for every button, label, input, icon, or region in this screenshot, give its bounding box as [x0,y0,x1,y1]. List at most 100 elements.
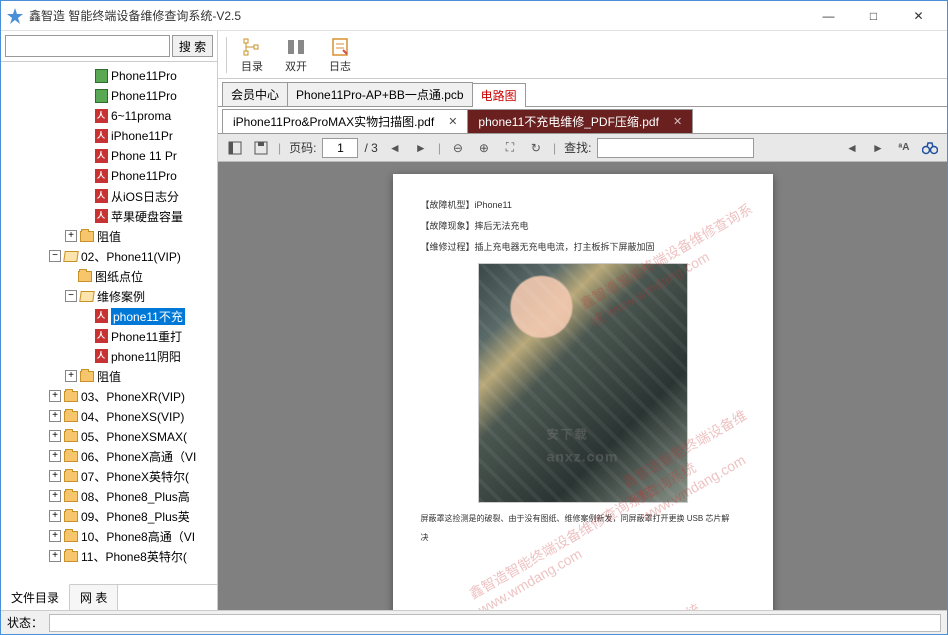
pdf-icon: 人 [93,189,109,203]
tree-node[interactable]: 人6~11proma [1,106,217,126]
tree-node[interactable]: +03、PhoneXR(VIP) [1,386,217,406]
next-page-icon[interactable]: ► [410,137,432,159]
tree-node[interactable]: +07、PhoneX英特尔( [1,466,217,486]
collapse-icon[interactable]: − [65,290,77,302]
pdf-search-input[interactable] [597,138,754,158]
tree-node[interactable]: 人Phone 11 Pr [1,146,217,166]
tree-node[interactable]: +11、Phone8英特尔( [1,546,217,566]
tree-label: Phone11Pro [111,89,177,103]
tree-node[interactable]: 人从iOS日志分 [1,186,217,206]
page-text: 【维修过程】插上充电器无充电电流，打主板拆下屏蔽加固 [421,240,745,253]
document-tab[interactable]: Phone11Pro-AP+BB一点通.pcb [287,82,473,106]
tree-label: Phone11Pro [111,169,177,183]
tree-label: 10、Phone8高通（VI [81,528,195,545]
folder-icon [63,449,79,463]
zoom-in-icon[interactable]: ⊕ [473,137,495,159]
find-prev-icon[interactable]: ◄ [841,137,863,159]
minimize-button[interactable]: — [806,2,851,30]
board-icon [93,89,109,103]
document-tabs: 会员中心Phone11Pro-AP+BB一点通.pcb电路图 [218,79,947,107]
tree-node[interactable]: + 阻值 [1,366,217,386]
prev-page-icon[interactable]: ◄ [384,137,406,159]
tree-label: 6~11proma [111,109,171,123]
close-tab-icon[interactable]: ✕ [448,115,457,128]
sidebar-toggle-icon[interactable] [224,137,246,159]
folder-icon [63,489,79,503]
sub-tab[interactable]: iPhone11Pro&ProMAX实物扫描图.pdf ✕ [222,109,468,133]
tree-node[interactable]: 人phone11阴阳 [1,346,217,366]
expand-icon[interactable]: + [49,470,61,482]
log-icon [330,36,350,58]
tree-node[interactable]: 人苹果硬盘容量 [1,206,217,226]
document-tab[interactable]: 电路图 [472,83,526,107]
expand-icon[interactable]: + [49,410,61,422]
tree-node[interactable]: 人Phone11重打 [1,326,217,346]
status-field [49,614,941,632]
main-toolbar: 目录 双开 日志 [218,31,947,79]
tree-node[interactable]: −02、Phone11(VIP) [1,246,217,266]
tab-net-tables[interactable]: 网 表 [70,585,118,610]
tree-node[interactable]: Phone11Pro [1,66,217,86]
expand-icon[interactable]: + [65,230,77,242]
pdf-icon: 人 [93,149,109,163]
close-tab-icon[interactable]: ✕ [673,115,682,128]
statusbar: 状态： [1,610,947,634]
pdf-image [478,263,688,503]
tree-node[interactable]: Phone11Pro [1,86,217,106]
expand-icon[interactable]: + [49,530,61,542]
expand-icon[interactable]: + [65,370,77,382]
maximize-button[interactable]: □ [851,2,896,30]
tree-label: phone11不充 [111,308,185,325]
sub-tab[interactable]: phone11不充电维修_PDF压缩.pdf✕ [467,109,693,133]
tab-file-directory[interactable]: 文件目录 [1,584,70,610]
document-viewport[interactable]: 【故障机型】iPhone11 【故障现象】摔后无法充电 【维修过程】插上充电器无… [218,162,947,610]
tree-node[interactable]: −维修案例 [1,286,217,306]
fit-icon[interactable]: ⛶ [499,137,521,159]
tree-label: 06、PhoneX高通（VI [81,448,196,465]
rotate-icon[interactable]: ↻ [525,137,547,159]
tree-label: 07、PhoneX英特尔( [81,468,189,485]
tree-node[interactable]: +05、PhoneXSMAX( [1,426,217,446]
binoculars-icon[interactable] [919,137,941,159]
toolbar-log-button[interactable]: 日志 [319,33,361,77]
tree-node[interactable]: +06、PhoneX高通（VI [1,446,217,466]
page-input[interactable] [322,138,358,158]
search-row: 搜 索 [1,31,217,62]
close-button[interactable]: ✕ [896,2,941,30]
toolbar-directory-button[interactable]: 目录 [231,33,273,77]
tree-node[interactable]: 人phone11不充 [1,306,217,326]
expand-icon[interactable]: + [49,450,61,462]
expand-icon[interactable]: + [49,490,61,502]
tree-node[interactable]: +08、Phone8_Plus高 [1,486,217,506]
tree-node[interactable]: +04、PhoneXS(VIP) [1,406,217,426]
tree-node[interactable]: 图纸点位 [1,266,217,286]
expand-icon[interactable]: + [49,430,61,442]
expand-icon[interactable]: + [49,510,61,522]
save-icon[interactable] [250,137,272,159]
folder-icon [63,409,79,423]
file-tree[interactable]: Phone11ProPhone11Pro人6~11proma人iPhone11P… [1,62,217,584]
sub-tab-label: iPhone11Pro&ProMAX实物扫描图.pdf [233,113,434,130]
collapse-icon[interactable]: − [49,250,61,262]
tree-label: 阻值 [97,368,121,385]
search-input[interactable] [5,35,170,57]
tree-node[interactable]: +10、Phone8高通（VI [1,526,217,546]
expand-icon[interactable]: + [49,550,61,562]
document-tab[interactable]: 会员中心 [222,82,288,106]
expand-icon[interactable]: + [49,390,61,402]
text-size-icon[interactable]: ᵃA [893,137,915,159]
folder-icon [79,369,95,383]
tree-node[interactable]: 人Phone11Pro [1,166,217,186]
zoom-out-icon[interactable]: ⊖ [447,137,469,159]
app-icon [7,8,23,24]
toolbar-dual-button[interactable]: 双开 [275,33,317,77]
tree-label: 08、Phone8_Plus高 [81,488,190,505]
titlebar: 鑫智造 智能终端设备维修查询系统-V2.5 — □ ✕ [1,1,947,31]
search-button[interactable]: 搜 索 [172,35,213,57]
tree-node[interactable]: +阻值 [1,226,217,246]
tree-node[interactable]: 人iPhone11Pr [1,126,217,146]
folder-icon [63,529,79,543]
find-next-icon[interactable]: ► [867,137,889,159]
tree-node[interactable]: +09、Phone8_Plus英 [1,506,217,526]
pdf-icon: 人 [93,129,109,143]
